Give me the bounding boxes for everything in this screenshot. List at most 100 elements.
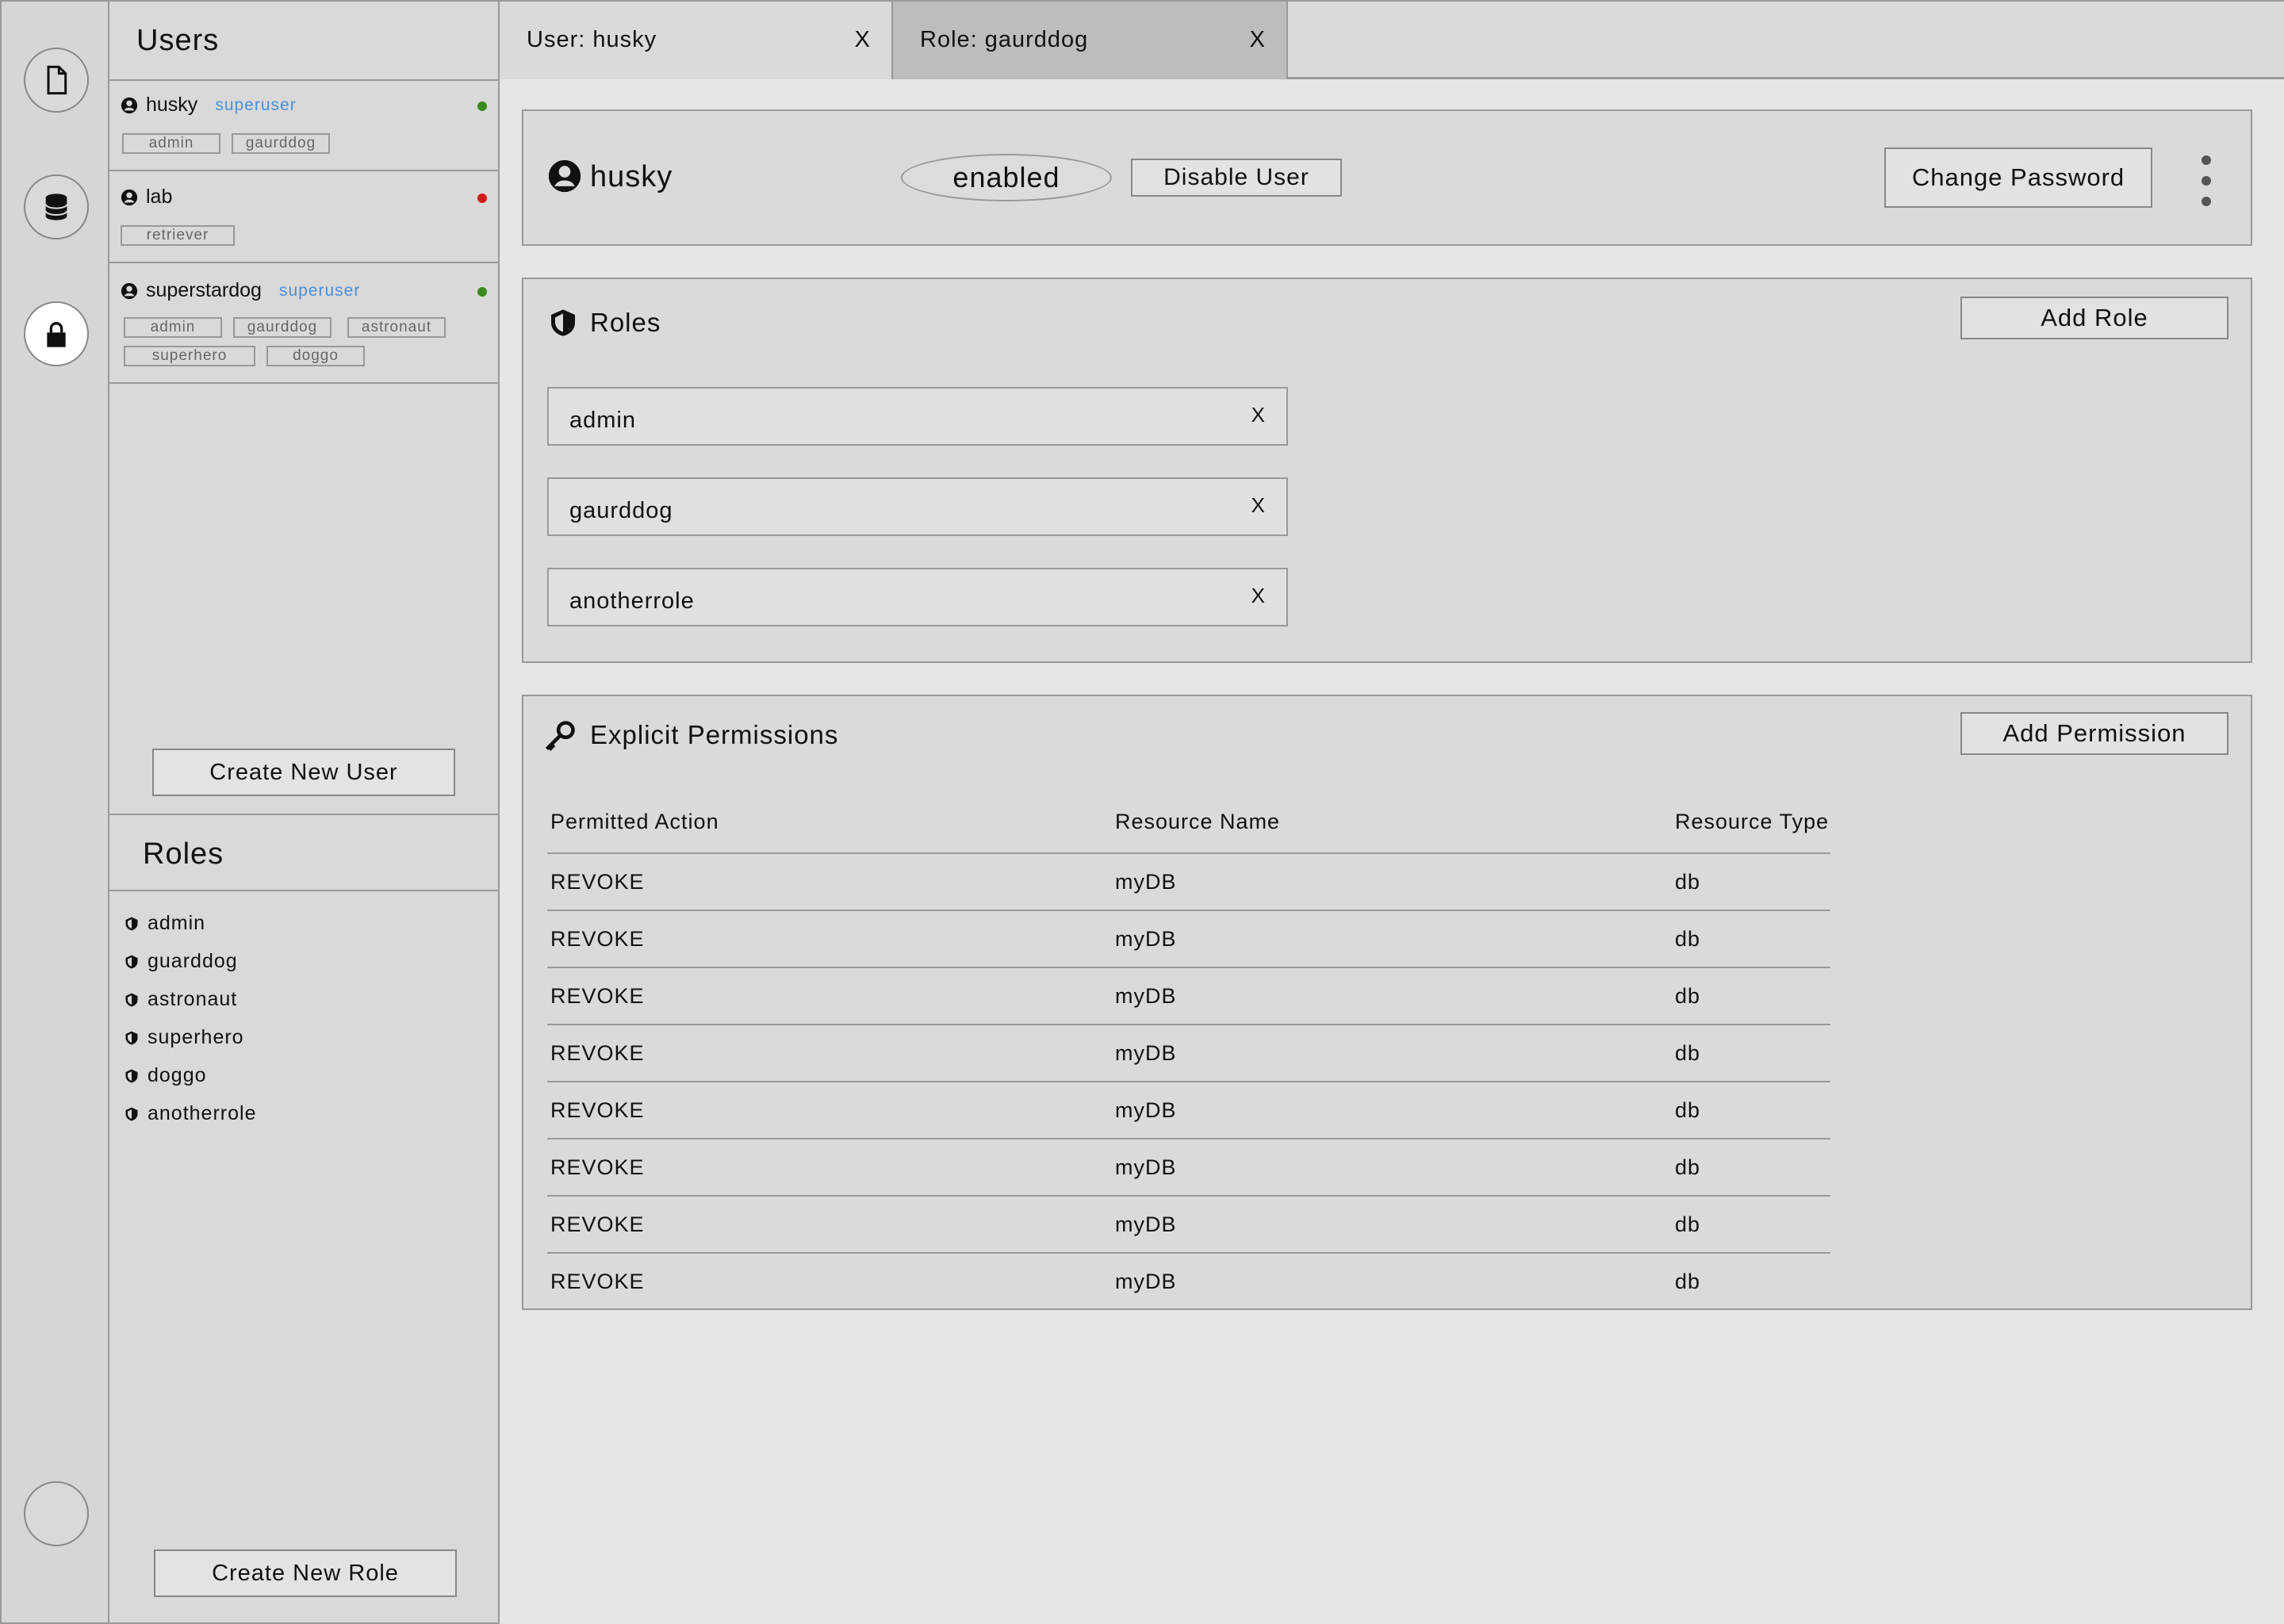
table-cell: db (1672, 967, 1830, 1025)
table-row[interactable]: REVOKE myDB db (547, 967, 1830, 1025)
role-label: anotherrole (148, 1102, 257, 1124)
sidebar: Users husky superuser admin gaurddog lab… (109, 0, 500, 1624)
shield-icon (125, 1069, 138, 1082)
shield-icon (125, 917, 138, 930)
table-cell: myDB (1112, 1082, 1672, 1139)
table-row[interactable]: REVOKE myDB db (547, 910, 1830, 968)
permissions-panel: Explicit Permissions Add Permission Perm… (522, 695, 2252, 1310)
role-label: admin (148, 912, 206, 934)
role-label: doggo (148, 1064, 207, 1086)
tab-close-button[interactable]: X (1250, 27, 1266, 53)
table-cell: REVOKE (547, 1025, 1112, 1082)
table-cell: myDB (1112, 967, 1672, 1025)
assigned-role: gaurddog X (547, 477, 1288, 536)
sidebar-role-item[interactable]: guarddog (124, 950, 238, 973)
sidebar-role-item[interactable]: admin (124, 912, 205, 935)
remove-role-button[interactable]: X (1251, 403, 1266, 427)
role-tag: admin (124, 317, 222, 338)
user-icon (121, 97, 138, 113)
table-row[interactable]: REVOKE myDB db (547, 853, 1830, 911)
lock-icon (47, 322, 66, 347)
table-cell: db (1675, 1270, 1701, 1293)
assigned-role: admin X (547, 387, 1288, 446)
user-name: lab (146, 186, 173, 208)
shield-icon (551, 309, 575, 336)
remove-role-button[interactable]: X (1251, 493, 1266, 518)
table-cell: REVOKE (547, 1082, 1112, 1139)
create-new-user-button[interactable]: Create New User (152, 749, 455, 796)
roles-panel: Roles Add Role admin X gaurddog X anothe… (522, 278, 2252, 663)
role-tag: gaurddog (233, 317, 331, 338)
table-cell: db (1672, 1196, 1830, 1254)
roles-title: Roles (143, 837, 224, 871)
disable-user-button[interactable]: Disable User (1131, 159, 1342, 197)
status-dot-inactive (477, 193, 487, 203)
column-header: Resource Type (1672, 791, 1830, 854)
role-label: gaurddog (569, 498, 673, 523)
status-badge: enabled (901, 154, 1112, 201)
roles-panel-title: Roles (590, 308, 661, 337)
role-tag: astronaut (347, 317, 446, 338)
databases-nav-button[interactable] (24, 174, 89, 239)
table-cell: myDB (1115, 1270, 1177, 1293)
create-new-role-button[interactable]: Create New Role (154, 1549, 457, 1597)
tab-label: User: husky (527, 27, 657, 52)
avatar-button[interactable] (24, 1481, 89, 1546)
users-title: Users (136, 24, 220, 57)
table-cell: REVOKE (547, 853, 1112, 911)
tab-user-husky[interactable]: User: husky X (500, 2, 893, 79)
role-label: admin (569, 408, 636, 433)
role-tag: gaurddog (232, 133, 330, 154)
users-header: Users (109, 2, 498, 81)
sidebar-role-item[interactable]: doggo (124, 1064, 207, 1087)
table-cell: myDB (1112, 1139, 1672, 1197)
table-row[interactable]: REVOKE myDB db (547, 1025, 1830, 1082)
shield-icon (125, 1031, 138, 1044)
role-tag: doggo (266, 346, 365, 366)
superuser-badge: superuser (278, 281, 361, 300)
tab-bar: User: husky X Role: gaurddog X (500, 0, 2284, 79)
add-role-button[interactable]: Add Role (1960, 297, 2228, 339)
roles-header: Roles (109, 814, 498, 891)
table-header-row: Permitted Action Resource Name Resource … (547, 791, 1830, 854)
table-row[interactable]: REVOKE myDB db (547, 1196, 1830, 1254)
permissions-panel-title: Explicit Permissions (590, 720, 839, 749)
shield-icon (125, 955, 138, 968)
document-icon (47, 65, 67, 95)
role-tag: retriever (121, 225, 235, 246)
status-dot-active (477, 287, 487, 297)
table-cell: myDB (1112, 910, 1672, 968)
superuser-badge: superuser (215, 95, 297, 114)
tab-role-gaurddog[interactable]: Role: gaurddog X (893, 2, 1288, 79)
table-row[interactable]: REVOKE myDB db (547, 1253, 1830, 1310)
sidebar-role-item[interactable]: astronaut (124, 988, 237, 1011)
documents-nav-button[interactable] (24, 48, 89, 113)
assigned-role: anotherrole X (547, 568, 1288, 626)
tab-close-button[interactable]: X (855, 27, 871, 53)
add-permission-button[interactable]: Add Permission (1960, 712, 2228, 755)
sidebar-role-item[interactable]: anotherrole (124, 1102, 256, 1125)
sidebar-role-item[interactable]: superhero (124, 1026, 244, 1049)
user-icon (121, 282, 138, 299)
user-list-item[interactable]: husky superuser admin gaurddog (109, 81, 498, 171)
user-list-item[interactable]: superstardog superuser admin gaurddog as… (109, 263, 498, 384)
table-cell: db (1672, 1082, 1830, 1139)
user-name: superstardog (146, 279, 262, 301)
change-password-button[interactable]: Change Password (1884, 147, 2152, 208)
table-row[interactable]: REVOKE myDB db (547, 1139, 1830, 1197)
role-label: guarddog (148, 950, 238, 972)
more-options-icon[interactable] (2197, 154, 2216, 209)
column-header: Resource Name (1112, 791, 1672, 854)
column-header: Permitted Action (547, 791, 1112, 854)
remove-role-button[interactable]: X (1251, 584, 1266, 608)
user-list-item[interactable]: lab retriever (109, 171, 498, 263)
database-icon (44, 193, 68, 220)
shield-icon (125, 993, 138, 1006)
user-icon (548, 159, 581, 193)
security-nav-button[interactable] (24, 301, 89, 366)
table-cell: db (1672, 853, 1830, 911)
table-cell: REVOKE (550, 1270, 645, 1293)
table-row[interactable]: REVOKE myDB db (547, 1082, 1830, 1139)
user-summary-panel: husky enabled Disable User Change Passwo… (522, 109, 2252, 246)
table-cell: REVOKE (547, 1139, 1112, 1197)
